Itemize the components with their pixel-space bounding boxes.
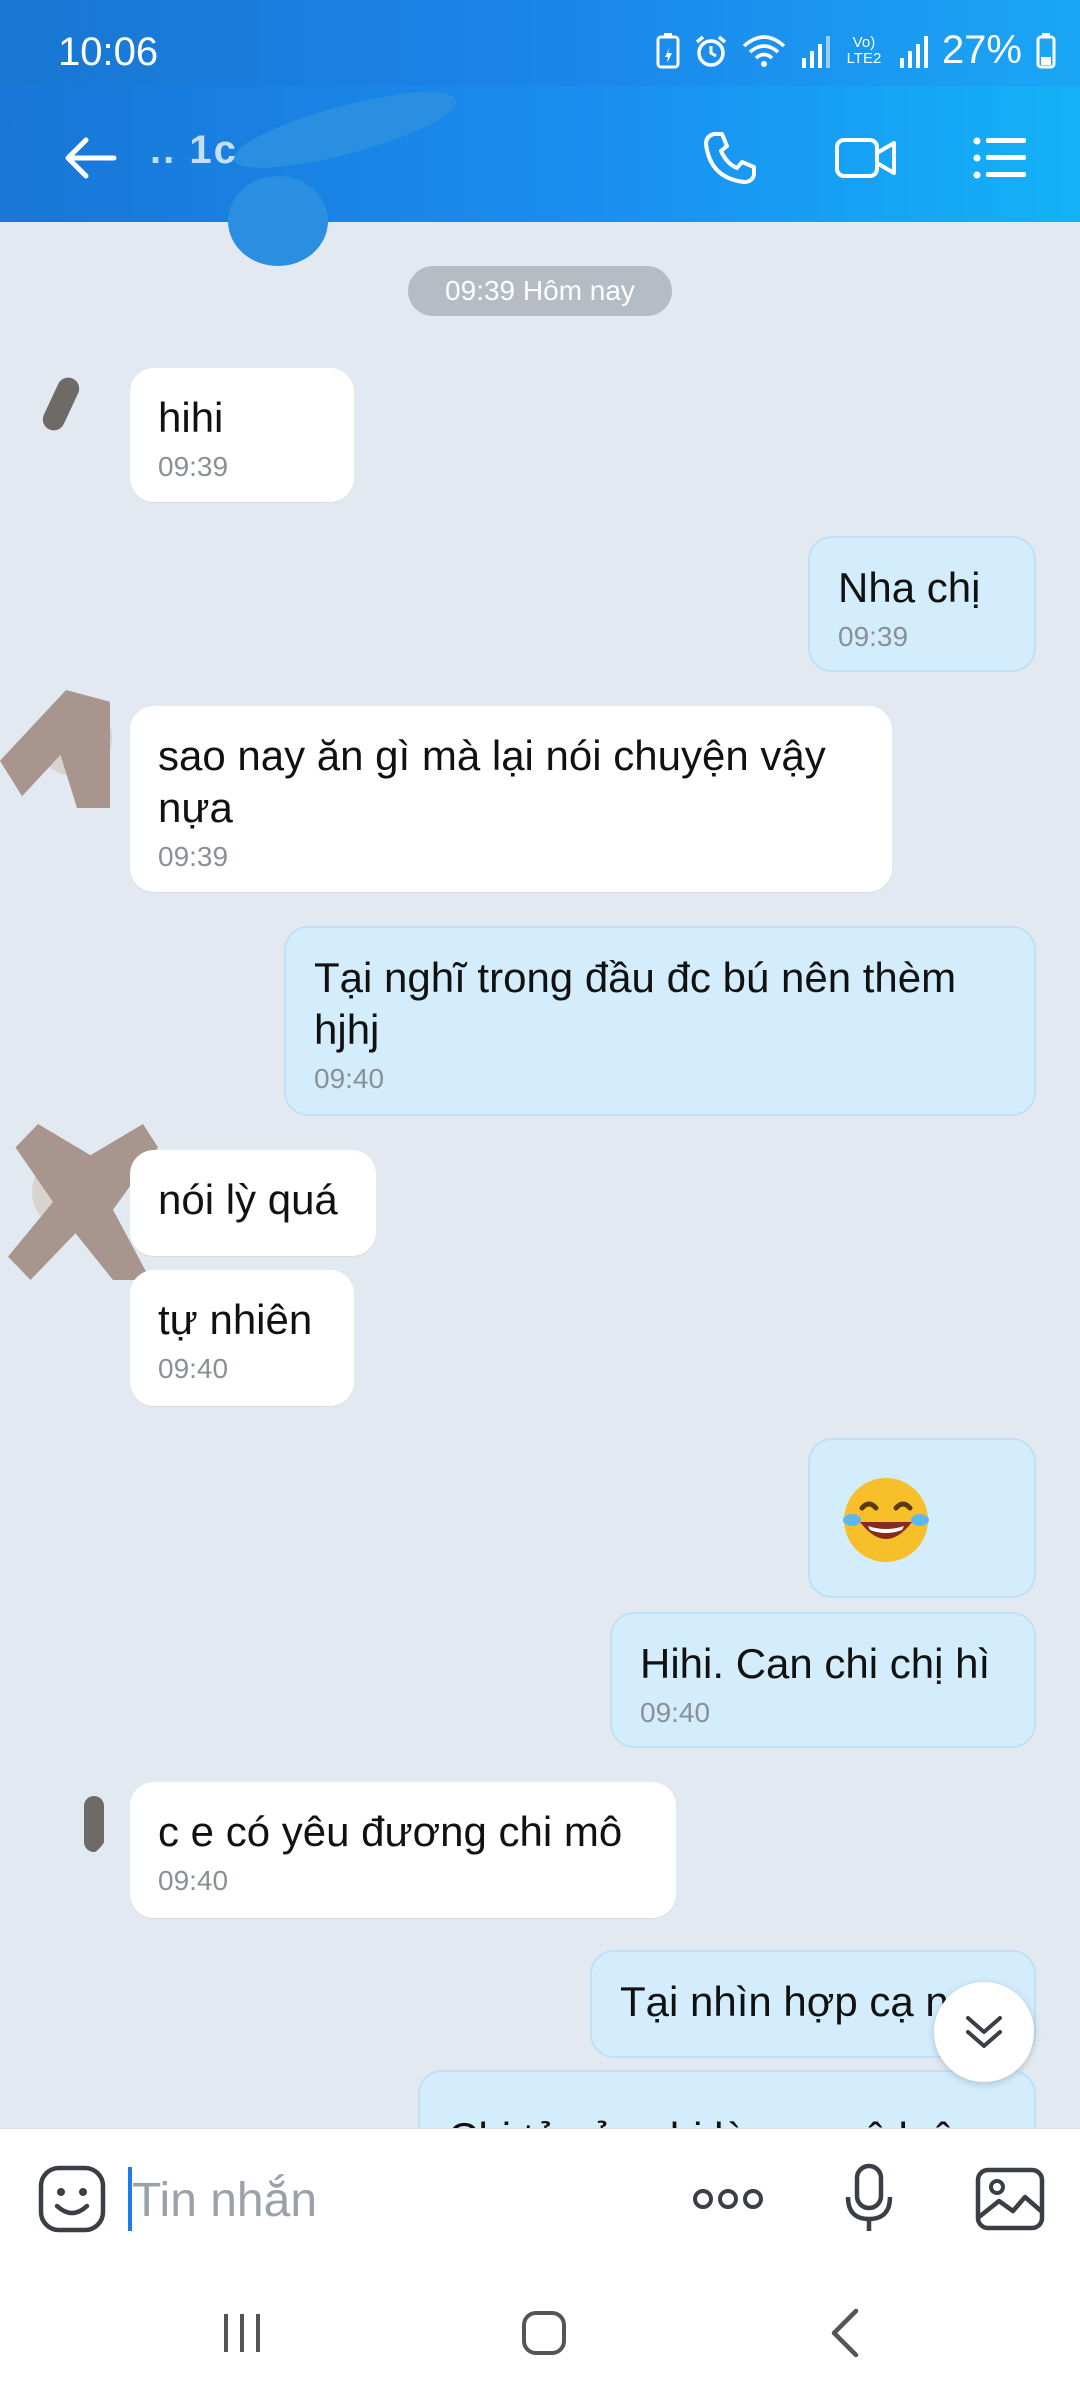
message-text: Nha chị: [838, 564, 981, 611]
menu-button[interactable]: [964, 122, 1036, 194]
phone-icon: [704, 132, 756, 184]
battery-icon: [1036, 32, 1056, 68]
battery-percent: 27%: [941, 28, 1022, 72]
microphone-icon: [845, 2163, 893, 2231]
avatar[interactable]: [34, 1784, 110, 1860]
recent-apps-icon: [224, 2314, 260, 2352]
message-list[interactable]: 09:39 Hôm nay hihi 09:39 Nha chị 09:39 s…: [0, 222, 1080, 2128]
avatar[interactable]: [32, 366, 108, 442]
back-button[interactable]: [54, 122, 126, 194]
contact-name[interactable]: .. 1c: [150, 128, 238, 173]
message-time: 09:39: [158, 841, 229, 872]
back-arrow-icon: [65, 137, 117, 179]
message-text: hihi: [158, 394, 224, 441]
message-text: Tại nghĩ trong đầu đc bú nên thèm hjhj: [314, 954, 957, 1053]
double-chevron-down-icon: [966, 2016, 1002, 2048]
status-icons: Vo) LTE2 27%: [656, 28, 1056, 73]
redaction-mark: [227, 77, 463, 183]
message-composer: [0, 2128, 1080, 2269]
message-bubble[interactable]: Chị tả của chị làm e mê luôn: [418, 2070, 1036, 2128]
date-separator: 09:39 Hôm nay: [408, 266, 672, 316]
message-text: c e có yêu đương chi mô: [158, 1808, 623, 1855]
message-time: 09:39: [158, 451, 229, 482]
home-button[interactable]: [504, 2298, 584, 2368]
wifi-icon: [742, 34, 786, 67]
sticker-icon: [38, 2165, 106, 2233]
system-back-button[interactable]: [806, 2298, 886, 2368]
more-dots-icon: [693, 2189, 763, 2209]
message-bubble[interactable]: sao nay ăn gì mà lại nói chuyện vậy nựa …: [130, 706, 892, 892]
sticker-button[interactable]: [34, 2161, 110, 2237]
sticker-bubble[interactable]: [808, 1438, 1036, 1598]
image-icon: [975, 2167, 1045, 2231]
network-label: Vo) LTE2: [846, 33, 882, 67]
message-bubble[interactable]: c e có yêu đương chi mô 09:40: [130, 1782, 676, 1918]
message-text: Chị tả của chị làm e mê luôn: [448, 2112, 1006, 2128]
message-text: nói lỳ quá: [158, 1176, 338, 1223]
more-options-button[interactable]: [688, 2169, 768, 2229]
message-text: Hihi. Can chi chị hì: [640, 1640, 991, 1687]
message-time: 09:39: [838, 621, 909, 652]
message-bubble[interactable]: Tại nghĩ trong đầu đc bú nên thèm hjhj 0…: [284, 926, 1036, 1116]
video-call-button[interactable]: [830, 122, 902, 194]
voice-call-button[interactable]: [694, 122, 766, 194]
message-bubble[interactable]: tự nhiên 09:40: [130, 1270, 354, 1406]
laughing-tears-emoji-icon: [843, 1478, 929, 1562]
message-bubble[interactable]: hihi 09:39: [130, 368, 354, 502]
system-navigation-bar: [0, 2268, 1080, 2400]
message-input[interactable]: [130, 2159, 674, 2241]
scroll-to-bottom-button[interactable]: [934, 1982, 1034, 2082]
voice-message-button[interactable]: [834, 2159, 904, 2239]
chat-header: .. 1c: [0, 77, 1080, 266]
message-bubble[interactable]: nói lỳ quá: [130, 1150, 376, 1256]
message-text: tự nhiên: [158, 1296, 313, 1343]
message-time: 09:40: [314, 1063, 385, 1094]
message-time: 09:40: [158, 1865, 229, 1896]
list-menu-icon: [973, 137, 1026, 179]
chevron-left-icon: [831, 2308, 859, 2358]
message-time: 09:40: [640, 1697, 711, 1728]
status-time: 10:06: [58, 30, 159, 74]
video-camera-icon: [835, 138, 896, 178]
signal-icon: [801, 35, 830, 68]
message-bubble[interactable]: Hihi. Can chi chị hì 09:40: [610, 1612, 1036, 1748]
avatar-censor-mark: [0, 690, 110, 808]
message-text: sao nay ăn gì mà lại nói chuyện vậy nựa: [158, 732, 826, 831]
send-image-button[interactable]: [970, 2159, 1050, 2239]
message-bubble[interactable]: Nha chị 09:39: [808, 536, 1036, 672]
alarm-icon: [695, 35, 727, 67]
battery-saver-icon: [656, 32, 680, 68]
signal-icon-2: [899, 35, 928, 68]
message-time: 09:40: [158, 1353, 229, 1384]
status-bar: 10:06 Vo) LTE2 27%: [0, 0, 1080, 86]
home-icon: [522, 2311, 566, 2355]
recent-apps-button[interactable]: [202, 2298, 282, 2368]
